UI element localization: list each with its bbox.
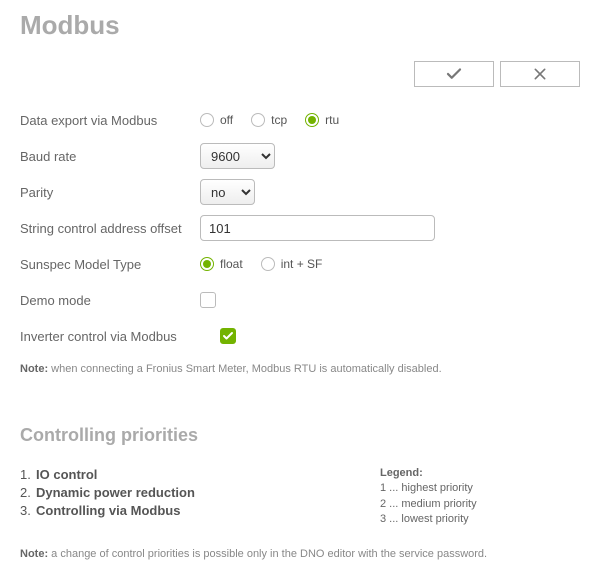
label-baud-rate: Baud rate [20,149,200,164]
close-icon [532,66,548,82]
row-data-export: Data export via Modbus off tcp rtu [20,107,580,133]
select-parity[interactable]: no [200,179,255,205]
select-baud-rate[interactable]: 9600 [200,143,275,169]
legend-line: 1 ... highest priority [380,481,580,496]
radio-sunspec-float[interactable] [200,257,214,271]
priorities-list: 1.IO control 2.Dynamic power reduction 3… [20,466,195,528]
radio-data-export-tcp-group[interactable]: tcp [251,113,297,127]
radio-label-float[interactable]: float [220,257,243,271]
row-demo-mode: Demo mode [20,287,580,313]
label-data-export: Data export via Modbus [20,113,200,128]
radio-data-export-tcp[interactable] [251,113,265,127]
priorities-block: 1.IO control 2.Dynamic power reduction 3… [20,466,580,528]
list-item: 3.Controlling via Modbus [20,502,195,520]
note-modbus: Note: when connecting a Fronius Smart Me… [20,363,580,375]
note-prefix: Note: [20,363,48,375]
list-item: 1.IO control [20,466,195,484]
modbus-form: Data export via Modbus off tcp rtu Baud … [20,107,580,375]
check-icon [445,65,463,83]
legend-title: Legend: [380,466,580,481]
label-demo-mode: Demo mode [20,293,200,308]
row-sunspec: Sunspec Model Type float int + SF [20,251,580,277]
legend-line: 2 ... medium priority [380,497,580,512]
row-inverter-control: Inverter control via Modbus [20,323,580,349]
radio-label-tcp[interactable]: tcp [271,113,287,127]
checkbox-demo-mode[interactable] [200,292,216,308]
page-title: Modbus [20,10,580,41]
radio-data-export-off[interactable] [200,113,214,127]
label-parity: Parity [20,185,200,200]
checkbox-inverter-control[interactable] [220,328,236,344]
radio-label-off[interactable]: off [220,113,233,127]
section-heading-priorities: Controlling priorities [20,425,580,446]
apply-button[interactable] [414,61,494,87]
radio-data-export-rtu[interactable] [305,113,319,127]
check-icon [222,330,234,342]
row-parity: Parity no [20,179,580,205]
radio-data-export-off-group[interactable]: off [200,113,243,127]
radio-sunspec-intsf-group[interactable]: int + SF [261,257,333,271]
radio-data-export-rtu-group[interactable]: rtu [305,113,349,127]
row-baud-rate: Baud rate 9600 [20,143,580,169]
label-sunspec: Sunspec Model Type [20,257,200,272]
label-inverter-control: Inverter control via Modbus [20,329,220,344]
row-string-offset: String control address offset [20,215,580,241]
cancel-button[interactable] [500,61,580,87]
legend-line: 3 ... lowest priority [380,512,580,527]
list-item: 2.Dynamic power reduction [20,484,195,502]
radio-sunspec-intsf[interactable] [261,257,275,271]
priorities-legend: Legend: 1 ... highest priority 2 ... med… [380,466,580,528]
radio-label-rtu[interactable]: rtu [325,113,339,127]
input-string-offset[interactable] [200,215,435,241]
radio-label-intsf[interactable]: int + SF [281,257,323,271]
note-text: when connecting a Fronius Smart Meter, M… [48,363,442,375]
radio-sunspec-float-group[interactable]: float [200,257,253,271]
toolbar [20,61,580,87]
label-string-offset: String control address offset [20,221,200,236]
